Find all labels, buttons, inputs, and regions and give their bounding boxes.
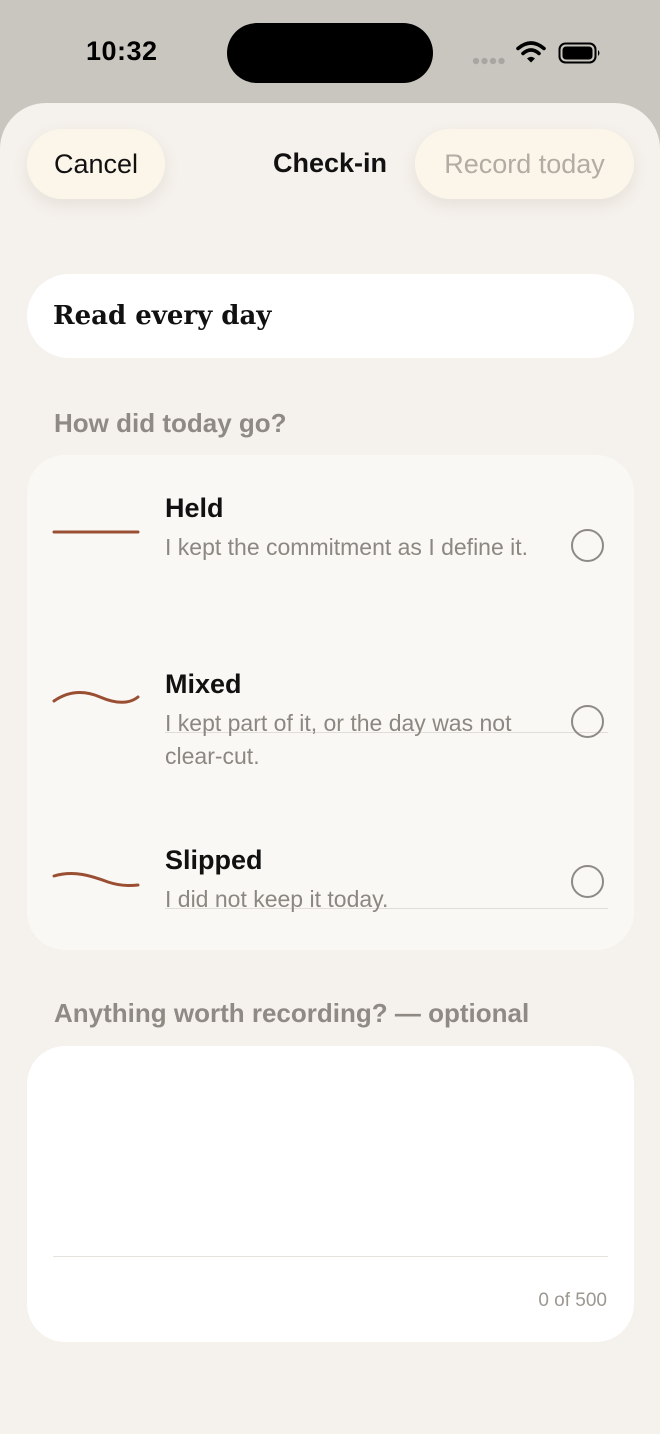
- note-box: 0 of 500: [27, 1046, 634, 1342]
- option-slipped-name: Slipped: [165, 845, 263, 875]
- option-slipped-description: I did not keep it today.: [165, 886, 389, 912]
- note-label: Anything worth recording? — optional: [54, 998, 530, 1028]
- dynamic-island: [227, 23, 433, 83]
- battery-icon: [558, 42, 600, 64]
- record-today-button[interactable]: Record today: [415, 129, 634, 199]
- radio-slipped[interactable]: [571, 865, 604, 898]
- question-label: How did today go?: [54, 408, 287, 438]
- down-curve-icon: [52, 872, 140, 888]
- check-in-sheet: Cancel Check-in Record today Read every …: [0, 103, 660, 1434]
- flat-line-icon: [52, 530, 140, 534]
- radio-mixed[interactable]: [571, 705, 604, 738]
- option-held[interactable]: Held I kept the commitment as I define i…: [27, 493, 634, 631]
- wifi-icon: [516, 41, 546, 63]
- signal-icon: [472, 57, 505, 65]
- outcome-options: Held I kept the commitment as I define i…: [27, 455, 634, 950]
- cancel-button[interactable]: Cancel: [27, 129, 165, 199]
- option-mixed-name: Mixed: [165, 669, 242, 699]
- option-mixed-description: I kept part of it, or the day was not cl…: [165, 710, 512, 769]
- note-input[interactable]: [53, 1068, 608, 1248]
- status-time: 10:32: [86, 36, 158, 66]
- radio-held[interactable]: [571, 529, 604, 562]
- wave-line-icon: [52, 691, 140, 704]
- option-held-description: I kept the commitment as I define it.: [165, 534, 529, 560]
- commitment-name: Read every day: [27, 274, 634, 358]
- option-slipped[interactable]: Slipped I did not keep it today.: [27, 845, 634, 935]
- status-bar: 10:32: [0, 0, 660, 105]
- option-held-name: Held: [165, 493, 224, 523]
- option-mixed[interactable]: Mixed I kept part of it, or the day was …: [27, 669, 634, 807]
- character-counter: 0 of 500: [538, 1290, 607, 1311]
- page-title: Check-in: [272, 148, 388, 178]
- note-divider: [53, 1256, 608, 1257]
